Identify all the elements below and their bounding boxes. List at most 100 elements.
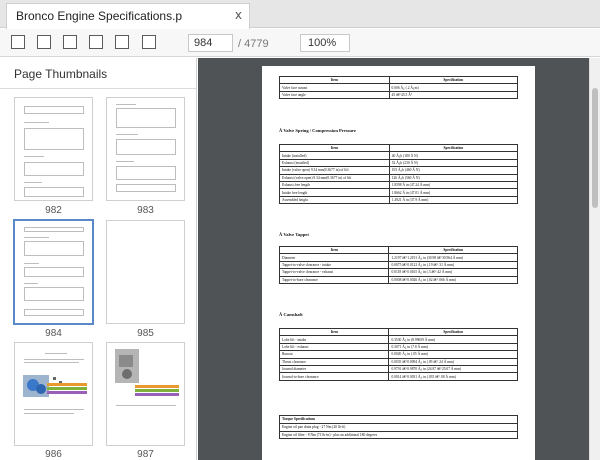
toolbar-button-1[interactable] — [11, 35, 25, 49]
table-header: Item — [279, 75, 390, 85]
thumbnail-page-986[interactable] — [14, 342, 93, 446]
thumbnail-page-982[interactable] — [14, 97, 93, 201]
table-row: Intake (valve open) 9.34 mm(0.3677 in) o… — [279, 166, 519, 175]
sidebar-title: Page Thumbnails — [14, 67, 108, 81]
thumbnail-sidebar: Page Thumbnails 982 983 984 985 986 987 — [0, 58, 197, 460]
table-cell: Journal-to-bore clearance — [278, 372, 390, 381]
table-row: Journal-to-bore clearance 0.0014 â€“0.003… — [278, 372, 518, 381]
thumb-table — [24, 309, 84, 316]
color-bar — [47, 387, 87, 390]
table-cell: 0.0008 â€“0.0026 Ã¿ in (.02 â€“.066 Ã mm… — [388, 275, 518, 284]
table-cell: Valve face runout — [279, 83, 390, 92]
table-cell: Lobe lift - intake — [278, 335, 390, 344]
table-header: Item — [279, 143, 390, 153]
toolbar-button-3[interactable] — [63, 35, 77, 49]
table-cell: Tappet-to-bore clearance — [278, 275, 390, 284]
table-row: Exhaust free length 1.8598 Ã in (47.24 Ã … — [279, 180, 519, 190]
table-cell: Intake free length — [279, 188, 390, 197]
table-cell: Runout — [278, 350, 390, 359]
table-cell: Intake (installed) — [279, 151, 390, 160]
table-row: Journal diameter 0.9791 â€“0.9870 Ã¿ in (… — [278, 364, 518, 374]
close-icon[interactable]: x — [235, 8, 242, 22]
table-cell: Intake (valve open) 9.34 mm(0.3677 in) o… — [279, 166, 390, 175]
table-cell: Thrust clearance — [278, 357, 390, 366]
toolbar-button-4[interactable] — [89, 35, 103, 49]
color-bar — [47, 391, 87, 394]
thumb-line — [24, 237, 49, 238]
table-row: Exhaust (installed) 52 Ã¿b (230 Ã N) — [279, 158, 519, 168]
table-row: Lobe lift - intake 0.3530 Ã¿ in (8.99659 … — [278, 335, 518, 344]
table-cell: 1.8662 Ã in (47.01 Ã mm) — [388, 188, 519, 197]
color-bar — [135, 385, 179, 388]
thumb-table — [116, 166, 176, 180]
table-header: Specification — [388, 327, 518, 337]
table-row: Assembled height 1.4921 Ã in (37.9 Ã mm) — [279, 195, 519, 205]
table-cell: Journal diameter — [278, 364, 390, 374]
page-total: / 4779 — [238, 38, 269, 50]
table-cell: Assembled height — [279, 195, 390, 205]
section-title-valve-spring: Â Valve Spring / Compression Pressure — [279, 128, 356, 133]
torque-row: Engine oil pan drain plug - 27 Nm (20 lb… — [280, 423, 517, 430]
thumb-table — [116, 139, 176, 155]
thumbnail-page-983[interactable] — [106, 97, 185, 201]
table-cell: 0.0014 â€“0.0031 Ã¿ in (.035 â€“.08 Ã mm… — [388, 372, 518, 381]
document-tab[interactable]: Bronco Engine Specifications.p x — [6, 3, 250, 29]
thumb-table — [24, 267, 84, 277]
torque-row: Engine oil filter - 8 Nm (71 lb-in) - pl… — [280, 430, 517, 438]
thumb-line — [24, 413, 74, 414]
page-number-input[interactable] — [188, 34, 233, 52]
table-row: Intake (installed) 40 Ã¿b (180 Ã N) — [279, 151, 519, 160]
thumb-line — [24, 182, 42, 183]
thumbnail-label: 984 — [45, 328, 62, 339]
table-header: Specification — [388, 143, 519, 153]
valve-tappet-table: Item Specification Diameter 1.2197 â€“1.21… — [278, 245, 518, 284]
zoom-input[interactable] — [300, 34, 350, 52]
section-title-valve-tappet: Â Valve Tappet — [279, 232, 309, 237]
thumb-line — [24, 156, 44, 157]
table-row: Tappet-to-bore clearance 0.0008 â€“0.0026… — [278, 275, 518, 284]
table-row: Tappet-to-valve clearance - exhaust 0.011… — [278, 268, 518, 277]
table-header: Specification — [388, 245, 518, 255]
thumbnail-page-985[interactable] — [106, 220, 185, 324]
thumb-line — [116, 405, 176, 406]
table-row: Tappet-to-valve clearance - intake 0.0075… — [278, 260, 518, 270]
thumb-table — [24, 128, 84, 150]
color-bar — [135, 393, 179, 396]
toolbar-button-2[interactable] — [37, 35, 51, 49]
section-title-camshaft: Â Camshaft — [279, 312, 303, 317]
table-cell: 1.4921 Ã in (37.9 Ã mm) — [388, 195, 519, 205]
toolbar-button-5[interactable] — [115, 35, 129, 49]
thumbnail-page-984[interactable] — [14, 220, 93, 324]
table-cell: 45 â€“45.5 Â° — [388, 90, 519, 100]
table-cell: 1.2197 â€“1.2191 Ã¿ in (30.98 â€“30.964 … — [388, 253, 518, 262]
document-viewer[interactable]: Item Specification Valve face runout 0.006… — [198, 58, 589, 460]
table-cell: Exhaust free length — [279, 180, 390, 190]
table-row: Valve face angle 45 â€“45.5 Â° — [279, 90, 519, 100]
thumb-line — [24, 362, 79, 363]
thumbnail-label: 983 — [137, 205, 154, 216]
table-row: Diameter 1.2197 â€“1.2191 Ã¿ in (30.98 â€… — [278, 253, 518, 262]
tab-bar: Bronco Engine Specifications.p x — [0, 0, 600, 29]
camshaft-table: Item Specification Lobe lift - intake 0.35… — [278, 327, 518, 381]
table-cell: Lobe lift - exhaust — [278, 342, 390, 352]
thumb-line — [24, 283, 38, 284]
table-cell: Valve face angle — [279, 90, 390, 100]
thumbnail-page-987[interactable] — [106, 342, 185, 446]
scrollbar-thumb[interactable] — [592, 88, 598, 208]
thumb-line — [45, 353, 67, 354]
toolbar: / 4779 — [0, 29, 600, 57]
table-cell: 0.0020 Ã¿ in (.05 Ã mm) — [388, 350, 518, 359]
table-cell: 126 Ã¿b (560 Ã N) — [388, 173, 519, 182]
thumb-table — [24, 106, 84, 114]
vertical-scrollbar[interactable] — [589, 58, 600, 460]
torque-title: Torque Specifications — [282, 417, 316, 421]
document-page: Item Specification Valve face runout 0.006… — [262, 66, 535, 460]
thumb-table — [116, 184, 176, 192]
table-cell: 0.3071 Ã¿ in (7.8 Ã mm) — [388, 342, 518, 352]
table-header: Item — [278, 245, 390, 255]
table-row: Runout 0.0020 Ã¿ in (.05 Ã mm) — [278, 350, 518, 359]
table-cell: 0.006 Ã¿ (.2 Ã¿m) — [388, 83, 519, 92]
engine-diagram-image — [23, 375, 62, 397]
table-row: Valve face runout 0.006 Ã¿ (.2 Ã¿m) — [279, 83, 519, 92]
toolbar-button-6[interactable] — [142, 35, 156, 49]
